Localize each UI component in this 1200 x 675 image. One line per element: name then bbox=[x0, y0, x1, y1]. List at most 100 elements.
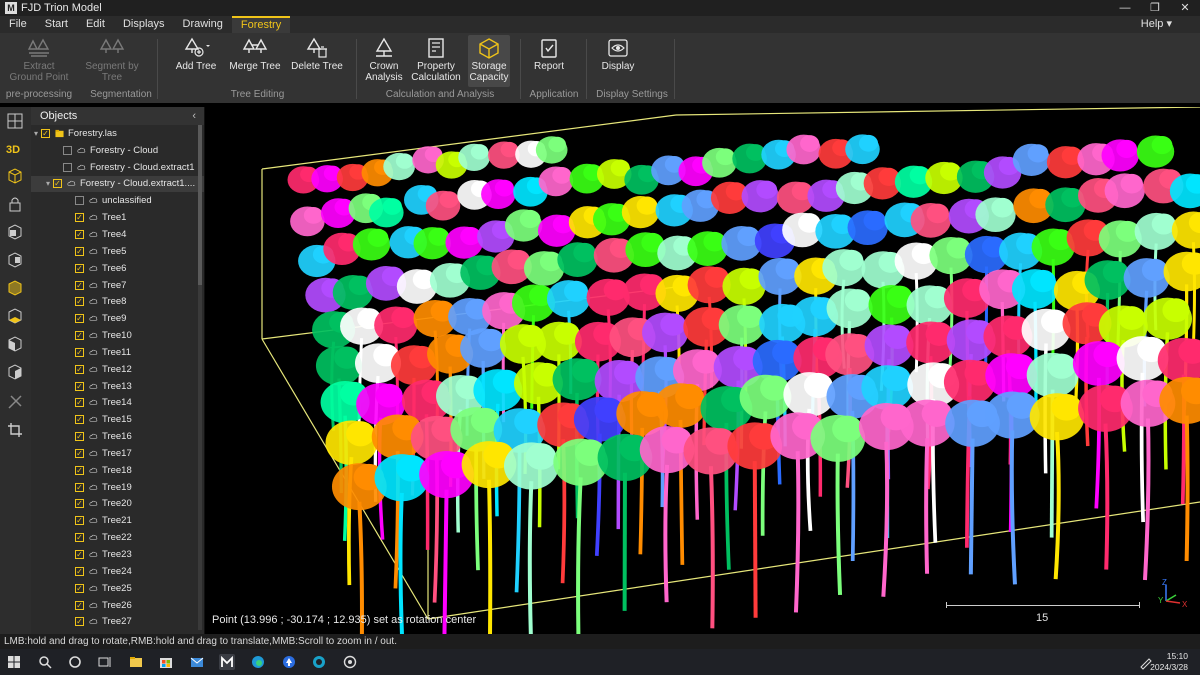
visibility-checkbox[interactable]: ✓ bbox=[75, 213, 84, 223]
visibility-checkbox[interactable]: ✓ bbox=[75, 550, 84, 560]
tree-item-tree[interactable]: ✓ Tree9 bbox=[31, 310, 204, 327]
visibility-checkbox[interactable]: ✓ bbox=[75, 398, 84, 408]
visibility-checkbox[interactable]: ✓ bbox=[75, 448, 84, 458]
visibility-checkbox[interactable]: ✓ bbox=[75, 314, 84, 324]
tree-item-tree[interactable]: ✓ Tree21 bbox=[31, 512, 204, 529]
tree-item-cloud[interactable]: Forestry - Cloud bbox=[31, 142, 204, 159]
grid-view-icon[interactable] bbox=[6, 112, 24, 130]
right-view-icon[interactable] bbox=[6, 363, 24, 381]
point-cloud-canvas[interactable] bbox=[206, 107, 1200, 634]
delete-tree-button[interactable]: Delete Tree bbox=[287, 35, 347, 72]
store-icon[interactable] bbox=[158, 654, 174, 670]
visibility-checkbox[interactable]: ✓ bbox=[75, 499, 84, 509]
trion-model-app-icon[interactable] bbox=[219, 654, 235, 670]
tree-item-tree[interactable]: ✓ Tree26 bbox=[31, 597, 204, 614]
tree-item-tree[interactable]: ✓ Tree17 bbox=[31, 445, 204, 462]
segment-by-tree-button[interactable]: Segment by Tree bbox=[82, 35, 142, 83]
tree-item-tree[interactable]: ✓ Tree12 bbox=[31, 361, 204, 378]
objects-scrollbar[interactable] bbox=[198, 125, 202, 630]
visibility-checkbox[interactable]: ✓ bbox=[75, 381, 84, 391]
tree-item-tree[interactable]: ✓ Tree25 bbox=[31, 580, 204, 597]
tree-item-tree[interactable]: ✓ Tree13 bbox=[31, 378, 204, 395]
mail-icon[interactable] bbox=[189, 654, 205, 670]
property-calculation-button[interactable]: Property Calculation bbox=[406, 35, 466, 83]
left-view-icon[interactable] bbox=[6, 335, 24, 353]
tree-item-tree[interactable]: ✓ Tree27 bbox=[31, 613, 204, 630]
tree-item-tree[interactable]: ✓ Tree4 bbox=[31, 226, 204, 243]
visibility-checkbox[interactable]: ✓ bbox=[75, 566, 84, 576]
menu-displays[interactable]: Displays bbox=[114, 16, 174, 33]
visibility-checkbox[interactable]: ✓ bbox=[53, 179, 62, 189]
tree-item-tree[interactable]: ✓ Tree10 bbox=[31, 327, 204, 344]
visibility-checkbox[interactable]: ✓ bbox=[75, 347, 84, 357]
visibility-checkbox[interactable]: ✓ bbox=[75, 280, 84, 290]
windows-start-icon[interactable] bbox=[6, 654, 22, 670]
menu-edit[interactable]: Edit bbox=[77, 16, 114, 33]
tree-item-root[interactable]: ▾ ✓ Forestry.las bbox=[31, 125, 204, 142]
visibility-checkbox[interactable]: ✓ bbox=[75, 331, 84, 341]
display-button[interactable]: Display bbox=[588, 35, 648, 72]
tree-item-tree[interactable]: ✓ Tree16 bbox=[31, 428, 204, 445]
help-menu[interactable]: Help ▾ bbox=[1141, 16, 1172, 33]
merge-tree-button[interactable]: Merge Tree bbox=[225, 35, 285, 72]
lock-icon[interactable] bbox=[6, 195, 24, 213]
top-view-icon[interactable] bbox=[6, 279, 24, 297]
visibility-checkbox[interactable]: ✓ bbox=[41, 128, 50, 138]
expand-arrow-icon[interactable]: ▾ bbox=[31, 129, 41, 138]
visibility-checkbox[interactable]: ✓ bbox=[75, 583, 84, 593]
app-arrow-icon[interactable] bbox=[281, 654, 297, 670]
tree-item-unclassified[interactable]: unclassified bbox=[31, 192, 204, 209]
3d-viewport[interactable]: Point (13.996 ; -30.174 ; 12.935) set as… bbox=[206, 107, 1200, 634]
edge-browser-icon[interactable] bbox=[250, 654, 266, 670]
tree-item-tree[interactable]: ✓ Tree20 bbox=[31, 496, 204, 513]
menu-start[interactable]: Start bbox=[36, 16, 77, 33]
menu-drawing[interactable]: Drawing bbox=[174, 16, 232, 33]
bottom-view-icon[interactable] bbox=[6, 307, 24, 325]
scrollbar-thumb[interactable] bbox=[198, 125, 202, 285]
visibility-checkbox[interactable] bbox=[63, 145, 72, 155]
report-button[interactable]: Report bbox=[519, 35, 579, 72]
visibility-checkbox[interactable]: ✓ bbox=[75, 600, 84, 610]
front-view-icon[interactable] bbox=[6, 223, 24, 241]
add-tree-button[interactable]: Add Tree bbox=[166, 35, 226, 72]
crown-analysis-button[interactable]: Crown Analysis bbox=[354, 35, 414, 83]
cube-view-icon[interactable] bbox=[6, 167, 24, 185]
visibility-checkbox[interactable]: ✓ bbox=[75, 465, 84, 475]
file-explorer-icon[interactable] bbox=[128, 654, 144, 670]
tree-item-tree[interactable]: ✓ Tree15 bbox=[31, 411, 204, 428]
visibility-checkbox[interactable]: ✓ bbox=[75, 516, 84, 526]
tree-item-tree[interactable]: ✓ Tree19 bbox=[31, 479, 204, 496]
visibility-checkbox[interactable] bbox=[75, 196, 84, 206]
tree-item-tree[interactable]: ✓ Tree23 bbox=[31, 546, 204, 563]
storage-capacity-button[interactable]: Storage Capacity bbox=[468, 35, 510, 87]
collapse-panel-icon[interactable]: ‹ bbox=[192, 107, 196, 125]
crop-icon[interactable] bbox=[6, 421, 24, 439]
visibility-checkbox[interactable]: ✓ bbox=[75, 415, 84, 425]
tree-item-tree[interactable]: ✓ Tree24 bbox=[31, 563, 204, 580]
visibility-checkbox[interactable]: ✓ bbox=[75, 364, 84, 374]
view-3d-button[interactable]: 3D bbox=[6, 141, 24, 159]
visibility-checkbox[interactable]: ✓ bbox=[75, 246, 84, 256]
tree-item-tree[interactable]: ✓ Tree14 bbox=[31, 395, 204, 412]
visibility-checkbox[interactable]: ✓ bbox=[75, 533, 84, 543]
back-view-icon[interactable] bbox=[6, 251, 24, 269]
tree-item-cloud-extract-segmented[interactable]: ▾ ✓ Forestry - Cloud.extract1.... bbox=[31, 175, 204, 193]
tree-item-tree[interactable]: ✓ Tree7 bbox=[31, 277, 204, 294]
tree-item-cloud-extract[interactable]: Forestry - Cloud.extract1 bbox=[31, 159, 204, 176]
tree-item-tree[interactable]: ✓ Tree1 bbox=[31, 209, 204, 226]
visibility-checkbox[interactable]: ✓ bbox=[75, 432, 84, 442]
close-icon[interactable]: ✕ bbox=[1170, 0, 1200, 16]
visibility-checkbox[interactable]: ✓ bbox=[75, 229, 84, 239]
tree-item-tree[interactable]: ✓ Tree11 bbox=[31, 344, 204, 361]
settings-gear-icon[interactable] bbox=[342, 654, 358, 670]
cortana-icon[interactable] bbox=[67, 654, 83, 670]
extract-ground-point-button[interactable]: Extract Ground Point bbox=[8, 35, 70, 83]
visibility-checkbox[interactable] bbox=[63, 162, 72, 172]
visibility-checkbox[interactable]: ✓ bbox=[75, 297, 84, 307]
visibility-checkbox[interactable]: ✓ bbox=[75, 617, 84, 627]
minimize-icon[interactable]: — bbox=[1110, 0, 1140, 16]
menu-file[interactable]: File bbox=[0, 16, 36, 33]
tree-item-tree[interactable]: ✓ Tree6 bbox=[31, 260, 204, 277]
restore-icon[interactable]: ❐ bbox=[1140, 0, 1170, 16]
measure-tool-icon[interactable] bbox=[6, 393, 24, 411]
